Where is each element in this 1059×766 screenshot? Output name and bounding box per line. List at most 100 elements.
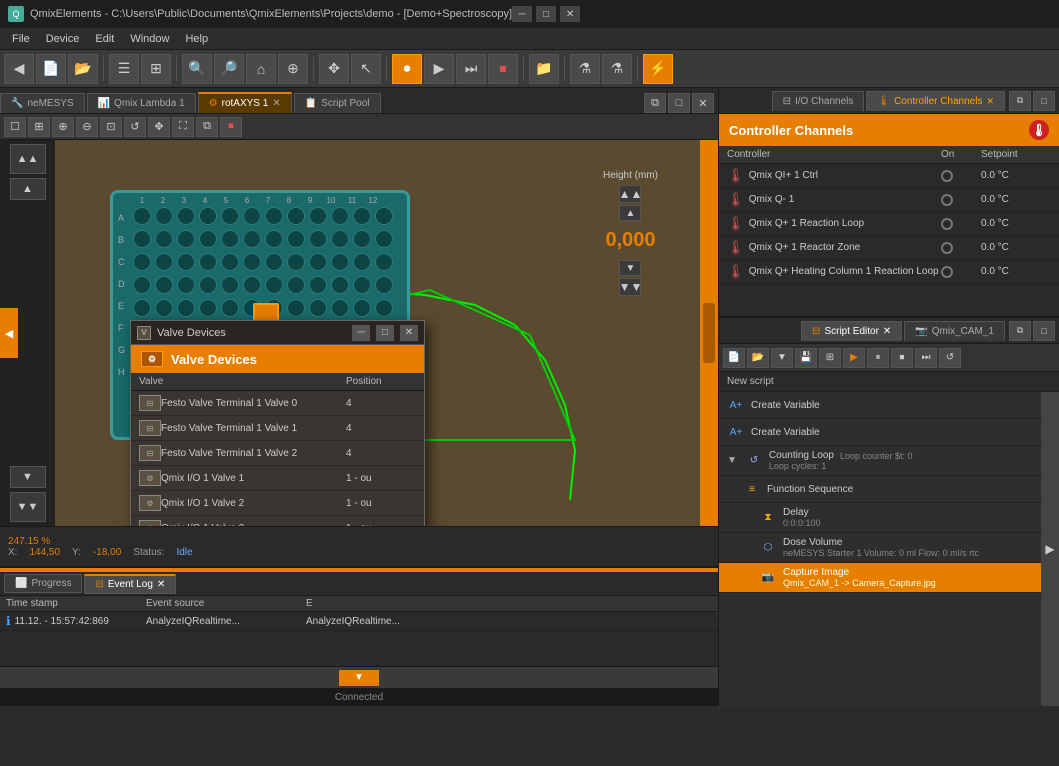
well-0-9[interactable] <box>331 207 349 225</box>
tab-ctrl-close[interactable]: ✕ <box>986 96 994 107</box>
event-row-0[interactable]: ℹ 11.12. - 15:57:42:869 AnalyzeIQRealtim… <box>0 612 718 631</box>
well-3-6[interactable] <box>265 276 283 294</box>
popup-row-2[interactable]: ⊟ Festo Valve Terminal 1 Valve 2 4 <box>131 441 424 466</box>
well-2-9[interactable] <box>331 253 349 271</box>
tab-camera[interactable]: 📷 Qmix_CAM_1 <box>904 321 1005 341</box>
tb-home-button[interactable]: ⌂ <box>246 54 276 84</box>
tb-grid-button[interactable]: ⊞ <box>141 54 171 84</box>
tab-scriptpool[interactable]: 📋 Script Pool <box>294 93 381 113</box>
well-1-4[interactable] <box>221 230 239 248</box>
well-1-3[interactable] <box>199 230 217 248</box>
popup-row-5[interactable]: ⚙ Qmix I/O 1 Valve 3 1 - ou <box>131 516 424 526</box>
well-3-7[interactable] <box>287 276 305 294</box>
well-2-3[interactable] <box>199 253 217 271</box>
height-up-max-button[interactable]: ▲▲ <box>619 185 641 203</box>
script-item-capture-image[interactable]: 📷 Capture Image Qmix_CAM_1 -> Camera_Cap… <box>719 563 1059 593</box>
well-2-5[interactable] <box>243 253 261 271</box>
height-down-button[interactable]: ▼ <box>619 260 641 276</box>
well-0-6[interactable] <box>265 207 283 225</box>
tb-zoom-out-button[interactable]: 🔎 <box>214 54 244 84</box>
tb-active-button[interactable]: ⚡ <box>643 54 673 84</box>
well-2-7[interactable] <box>287 253 305 271</box>
tb-record-button[interactable]: ⏺ <box>392 54 422 84</box>
sub-rotate-btn[interactable]: ↺ <box>124 117 146 137</box>
well-2-6[interactable] <box>265 253 283 271</box>
menu-edit[interactable]: Edit <box>87 31 122 47</box>
popup-close-button[interactable]: ✕ <box>400 325 418 341</box>
ctrl-row-4[interactable]: 🌡 Qmix Q+ Heating Column 1 Reaction Loop… <box>719 260 1059 284</box>
tb-step-button[interactable]: ⏭ <box>456 54 486 84</box>
well-4-4[interactable] <box>221 299 239 317</box>
tb-list-button[interactable]: ☰ <box>109 54 139 84</box>
script-pause-btn[interactable]: ⏸ <box>867 348 889 368</box>
ctrl-on-2[interactable] <box>941 218 953 230</box>
sub-move-btn[interactable]: ✥ <box>148 117 170 137</box>
script-right-expand-button[interactable]: ▶ <box>1041 392 1059 706</box>
well-4-10[interactable] <box>353 299 371 317</box>
menu-window[interactable]: Window <box>122 31 177 47</box>
height-down-max-button[interactable]: ▼▼ <box>619 278 641 296</box>
ctrl-row-3[interactable]: 🌡 Qmix Q+ 1 Reactor Zone 0.0 °C <box>719 236 1059 260</box>
menu-device[interactable]: Device <box>38 31 88 47</box>
well-2-10[interactable] <box>353 253 371 271</box>
well-0-4[interactable] <box>221 207 239 225</box>
ctrl-on-4[interactable] <box>941 266 953 278</box>
tb-back-button[interactable]: ◀ <box>4 54 34 84</box>
sub-tool3-btn[interactable]: ⧉ <box>196 117 218 137</box>
well-4-7[interactable] <box>287 299 305 317</box>
well-4-0[interactable] <box>133 299 151 317</box>
well-2-8[interactable] <box>309 253 327 271</box>
sub-select-btn[interactable]: ☐ <box>4 117 26 137</box>
ctrl-on-1[interactable] <box>941 194 953 206</box>
script-run-btn[interactable]: ▶ <box>843 348 865 368</box>
well-1-2[interactable] <box>177 230 195 248</box>
tab-rotaxys-close[interactable]: ✕ <box>272 98 280 109</box>
sub-stop-btn[interactable]: ⏹ <box>220 117 242 137</box>
well-0-10[interactable] <box>353 207 371 225</box>
well-3-3[interactable] <box>199 276 217 294</box>
popup-maximize-button[interactable]: □ <box>376 325 394 341</box>
panel-float-button[interactable]: ⧉ <box>644 93 666 113</box>
menu-file[interactable]: File <box>4 31 38 47</box>
nav-left-arrow[interactable]: ◀ <box>0 308 18 358</box>
tb-play-button[interactable]: ▶ <box>424 54 454 84</box>
popup-minimize-button[interactable]: ─ <box>352 325 370 341</box>
tb-new-button[interactable]: 📄 <box>36 54 66 84</box>
script-item-create-var2[interactable]: A+ Create Variable <box>719 419 1059 446</box>
well-3-10[interactable] <box>353 276 371 294</box>
nav-step-up-button[interactable]: ▲ <box>10 178 46 200</box>
popup-row-1[interactable]: ⊟ Festo Valve Terminal 1 Valve 1 4 <box>131 416 424 441</box>
tb-target-button[interactable]: ⊕ <box>278 54 308 84</box>
well-0-3[interactable] <box>199 207 217 225</box>
script-dropdown-btn[interactable]: ▼ <box>771 348 793 368</box>
tab-lambda[interactable]: 📊 Qmix Lambda 1 <box>87 93 196 113</box>
counting-loop-expand[interactable]: ▼ <box>727 455 737 466</box>
well-3-4[interactable] <box>221 276 239 294</box>
well-1-0[interactable] <box>133 230 151 248</box>
well-0-5[interactable] <box>243 207 261 225</box>
well-3-9[interactable] <box>331 276 349 294</box>
script-stop-btn[interactable]: ⏹ <box>891 348 913 368</box>
well-3-1[interactable] <box>155 276 173 294</box>
tab-nemesys[interactable]: 🔧 neMESYS <box>0 93 85 113</box>
well-2-4[interactable] <box>221 253 239 271</box>
well-4-1[interactable] <box>155 299 173 317</box>
well-2-11[interactable] <box>375 253 393 271</box>
well-4-11[interactable] <box>375 299 393 317</box>
tb-select-button[interactable]: ↖ <box>351 54 381 84</box>
well-1-5[interactable] <box>243 230 261 248</box>
minimize-button[interactable]: ─ <box>512 6 532 22</box>
tab-io-channels[interactable]: ⊟ I/O Channels <box>772 91 865 111</box>
tab-progress[interactable]: ⬜ Progress <box>4 574 82 593</box>
well-4-2[interactable] <box>177 299 195 317</box>
tab-rotaxys[interactable]: ⚙ rotAXYS 1 ✕ <box>198 92 292 113</box>
script-new-btn[interactable]: 📄 <box>723 348 745 368</box>
tab-script-editor[interactable]: ⊟ Script Editor ✕ <box>801 321 902 341</box>
script-float-button[interactable]: ⧉ <box>1009 321 1031 341</box>
panel-close-button[interactable]: ✕ <box>692 93 714 113</box>
tb-folder2-button[interactable]: 📁 <box>529 54 559 84</box>
tb-open-button[interactable]: 📂 <box>68 54 98 84</box>
popup-row-0[interactable]: ⊟ Festo Valve Terminal 1 Valve 0 4 <box>131 391 424 416</box>
well-4-9[interactable] <box>331 299 349 317</box>
script-item-function-seq[interactable]: ≡ Function Sequence <box>719 476 1059 503</box>
